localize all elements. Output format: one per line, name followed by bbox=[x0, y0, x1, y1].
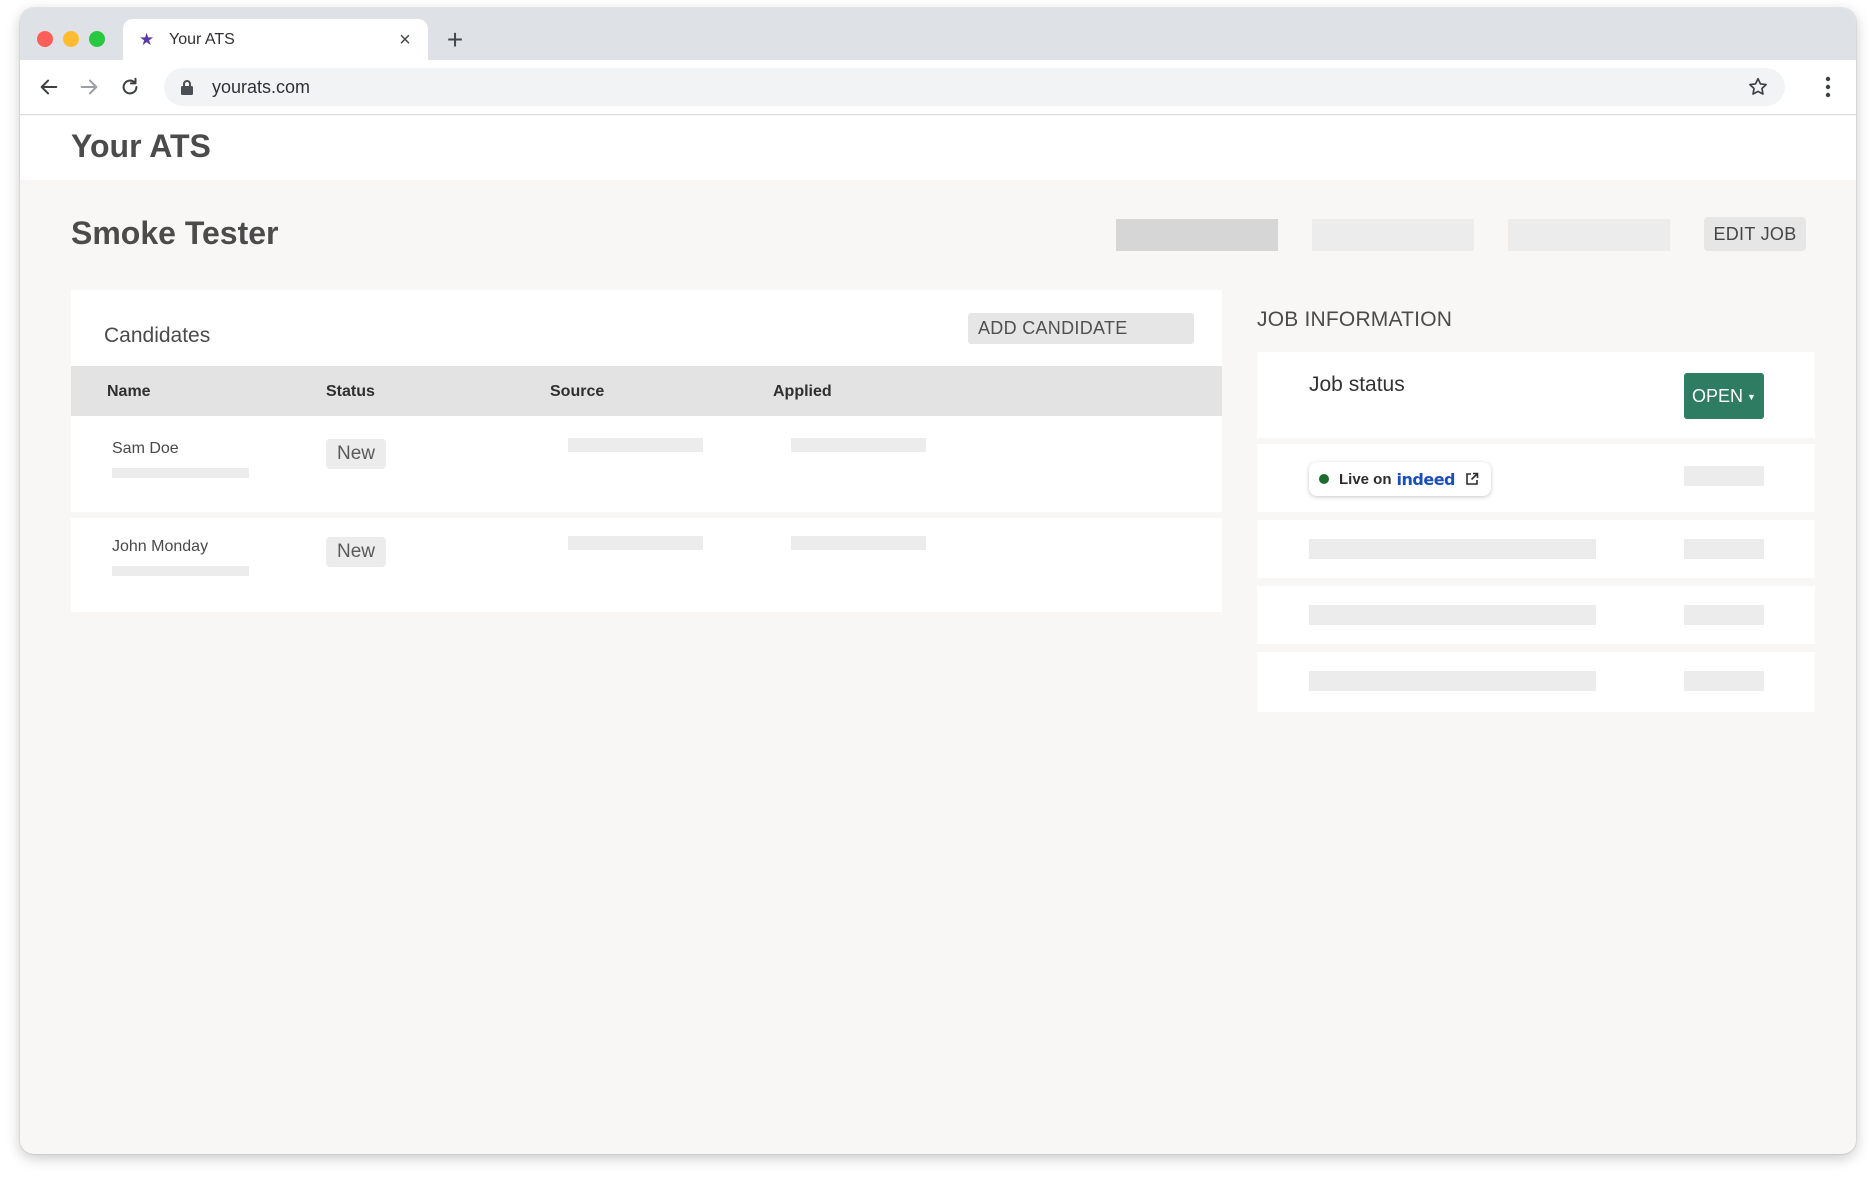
candidate-name[interactable]: Sam Doe bbox=[112, 440, 179, 458]
column-header-applied[interactable]: Applied bbox=[773, 383, 832, 401]
info-row-card bbox=[1257, 652, 1815, 712]
tab-strip: ★ Your ATS × + bbox=[20, 8, 1856, 60]
status-badge: New bbox=[326, 537, 386, 567]
applied-placeholder bbox=[791, 536, 926, 550]
browser-tab-active[interactable]: ★ Your ATS × bbox=[123, 19, 428, 60]
job-status-dropdown[interactable]: OPEN ▼ bbox=[1684, 373, 1764, 419]
live-status-dot-icon bbox=[1319, 474, 1329, 484]
bookmark-star-icon[interactable] bbox=[1747, 76, 1769, 98]
info-row-card bbox=[1257, 586, 1815, 644]
minimize-window-button[interactable] bbox=[63, 31, 79, 47]
reload-icon[interactable] bbox=[117, 74, 143, 100]
app-title: Your ATS bbox=[71, 128, 211, 164]
new-tab-icon[interactable]: + bbox=[444, 26, 466, 54]
address-bar[interactable]: yourats.com bbox=[164, 68, 1785, 106]
close-window-button[interactable] bbox=[37, 31, 53, 47]
candidate-name[interactable]: John Monday bbox=[112, 538, 208, 556]
info-label-placeholder bbox=[1309, 539, 1596, 559]
candidates-panel: Candidates ADD CANDIDATE Name Status Sou… bbox=[71, 290, 1222, 612]
forward-arrow-icon[interactable] bbox=[76, 74, 102, 100]
column-header-status[interactable]: Status bbox=[326, 383, 375, 401]
info-value-placeholder bbox=[1684, 539, 1764, 559]
lock-icon bbox=[181, 80, 193, 95]
source-placeholder bbox=[568, 438, 703, 452]
job-board-card: Live on indeed bbox=[1257, 444, 1815, 512]
job-title: Smoke Tester bbox=[71, 215, 279, 251]
job-status-value: OPEN bbox=[1692, 385, 1744, 406]
browser-window: ★ Your ATS × + yourats.com Your ATS Smok… bbox=[20, 8, 1856, 1154]
edit-job-button[interactable]: EDIT JOB bbox=[1704, 217, 1806, 251]
info-row-card bbox=[1257, 520, 1815, 578]
url-text: yourats.com bbox=[212, 76, 311, 97]
candidates-title: Candidates bbox=[104, 324, 211, 347]
candidate-detail-placeholder bbox=[112, 468, 249, 478]
tab-title: Your ATS bbox=[169, 30, 235, 48]
info-value-placeholder bbox=[1684, 466, 1764, 486]
column-header-name[interactable]: Name bbox=[107, 383, 151, 401]
indeed-logo: indeed bbox=[1396, 469, 1456, 489]
action-placeholder-3[interactable] bbox=[1508, 219, 1670, 251]
info-label-placeholder bbox=[1309, 605, 1596, 625]
info-label-placeholder bbox=[1309, 671, 1596, 691]
candidate-detail-placeholder bbox=[112, 566, 249, 576]
job-status-label: Job status bbox=[1309, 373, 1405, 396]
job-status-card: Job status OPEN ▼ bbox=[1257, 352, 1815, 438]
job-information-title: JOB INFORMATION bbox=[1257, 308, 1453, 331]
action-placeholder-2[interactable] bbox=[1312, 219, 1474, 251]
action-placeholder-1[interactable] bbox=[1116, 219, 1278, 251]
applied-placeholder bbox=[791, 438, 926, 452]
table-row[interactable]: Sam Doe New bbox=[71, 418, 1222, 512]
source-placeholder bbox=[568, 536, 703, 550]
add-candidate-button[interactable]: ADD CANDIDATE bbox=[968, 313, 1194, 344]
external-link-icon bbox=[1466, 472, 1479, 485]
status-badge: New bbox=[326, 439, 386, 469]
app-header: Your ATS bbox=[20, 116, 1856, 180]
table-row[interactable]: John Monday New bbox=[71, 518, 1222, 612]
caret-down-icon: ▼ bbox=[1747, 391, 1756, 402]
candidates-table-header: Name Status Source Applied bbox=[71, 366, 1222, 416]
maximize-window-button[interactable] bbox=[89, 31, 105, 47]
column-header-source[interactable]: Source bbox=[550, 383, 604, 401]
back-arrow-icon[interactable] bbox=[36, 74, 62, 100]
browser-toolbar: yourats.com bbox=[20, 60, 1856, 115]
live-on-indeed-link[interactable]: Live on indeed bbox=[1309, 462, 1491, 496]
star-favicon-icon: ★ bbox=[139, 29, 155, 49]
info-value-placeholder bbox=[1684, 671, 1764, 691]
close-tab-icon[interactable]: × bbox=[396, 30, 414, 50]
info-value-placeholder bbox=[1684, 605, 1764, 625]
live-on-label: Live on bbox=[1339, 470, 1392, 488]
browser-menu-icon[interactable] bbox=[1824, 76, 1832, 98]
